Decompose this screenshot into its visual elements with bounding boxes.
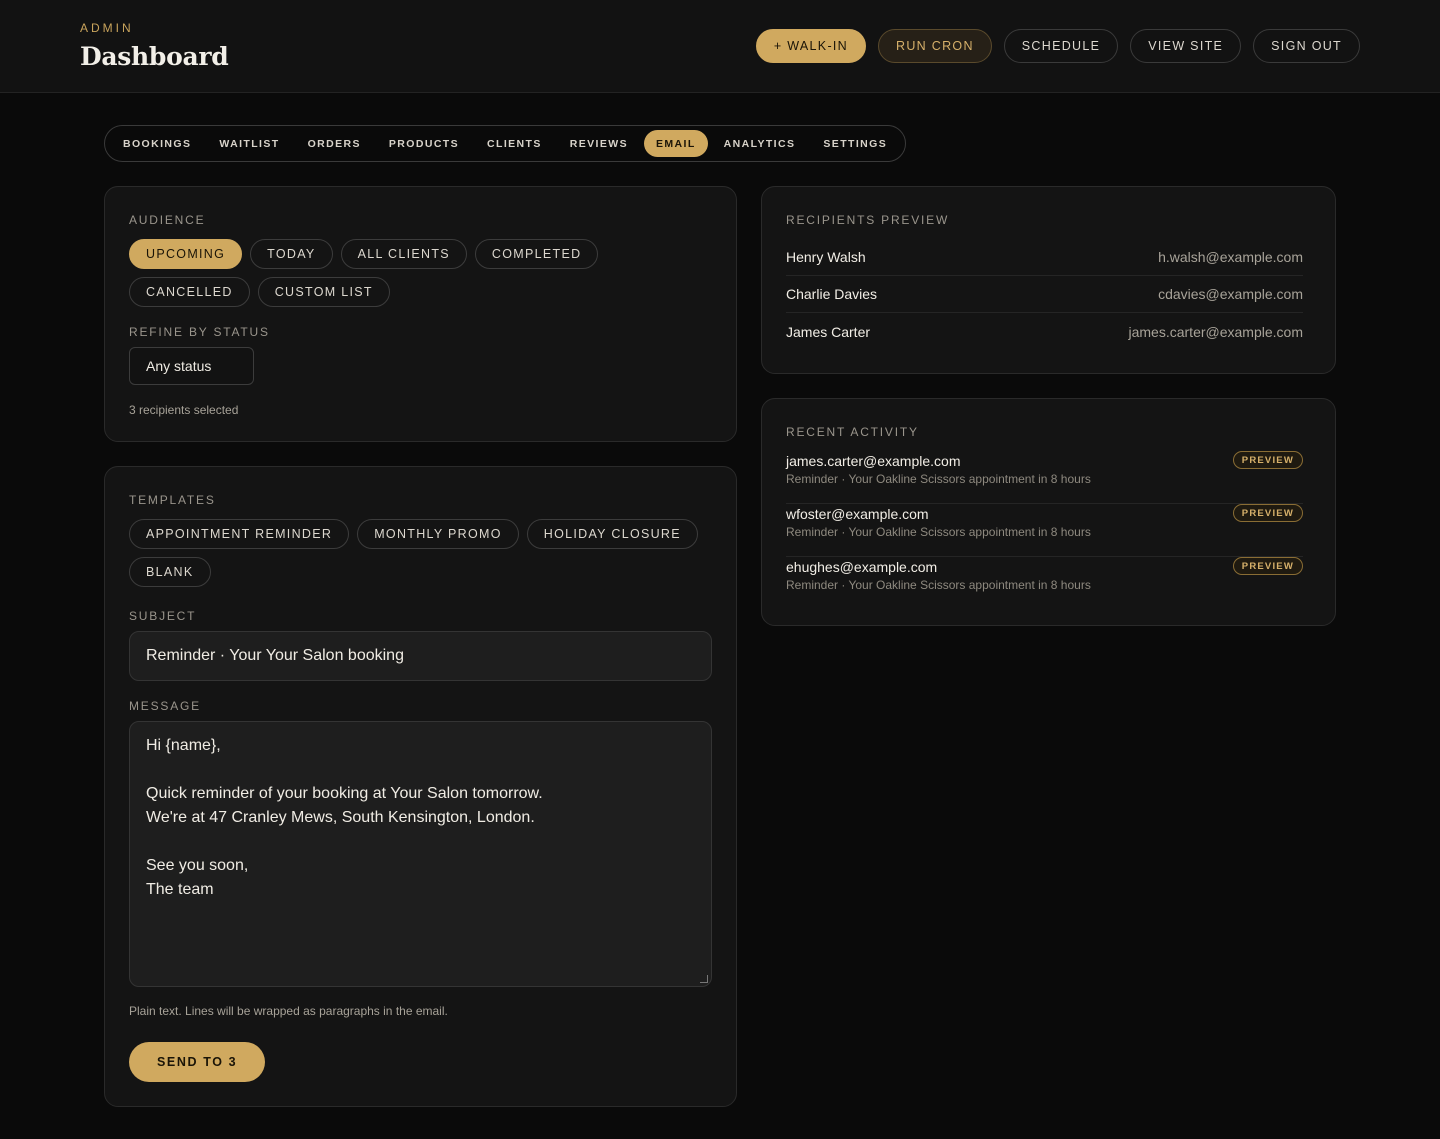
message-label: MESSAGE — [129, 699, 201, 713]
send-button[interactable]: SEND TO 3 — [129, 1042, 266, 1082]
activity-email: ehughes@example.com — [786, 559, 938, 575]
resize-handle-icon[interactable] — [700, 975, 708, 983]
audience-all-clients-chip[interactable]: ALL CLIENTS — [340, 239, 467, 269]
activity-description: Reminder · Your Oakline Scissors appoint… — [786, 525, 1091, 539]
subject-input[interactable]: Reminder · Your Your Salon booking — [129, 631, 712, 681]
message-line: We're at 47 Cranley Mews, South Kensingt… — [146, 809, 535, 826]
walk-in-button[interactable]: + WALK-IN — [755, 29, 867, 63]
recipient-email: cdavies@example.com — [1158, 286, 1303, 302]
recipients-label: RECIPIENTS PREVIEW — [786, 213, 950, 227]
preview-badge[interactable]: PREVIEW — [1232, 504, 1303, 522]
page-title: Dashboard — [80, 42, 229, 71]
header-actions: + WALK-IN RUN CRON SCHEDULE VIEW SITE SI… — [755, 29, 1360, 63]
recipient-email: james.carter@example.com — [1128, 323, 1304, 340]
audience-cancelled-chip[interactable]: CANCELLED — [129, 277, 250, 307]
recipients-card: RECIPIENTS PREVIEW Henry Walsh h.walsh@e… — [761, 186, 1336, 374]
sign-out-button[interactable]: SIGN OUT — [1253, 29, 1360, 63]
refine-status-label: REFINE BY STATUS — [129, 325, 270, 339]
preview-badge[interactable]: PREVIEW — [1232, 451, 1303, 469]
admin-eyebrow: ADMIN — [80, 21, 134, 35]
templates-label: TEMPLATES — [129, 493, 216, 507]
tab-settings[interactable]: SETTINGS — [811, 130, 899, 157]
tab-bookings[interactable]: BOOKINGS — [111, 130, 203, 157]
tab-clients[interactable]: CLIENTS — [475, 130, 554, 157]
activity-email: james.carter@example.com — [786, 453, 961, 469]
template-appointment-reminder-chip[interactable]: APPOINTMENT REMINDER — [129, 519, 350, 549]
message-line: See you soon, — [146, 857, 249, 874]
message-line — [146, 758, 695, 782]
audience-completed-chip[interactable]: COMPLETED — [474, 239, 599, 269]
section-tabs: BOOKINGS WAITLIST ORDERS PRODUCTS CLIENT… — [104, 125, 907, 162]
template-blank-chip[interactable]: BLANK — [129, 557, 211, 587]
top-bar: ADMIN Dashboard + WALK-IN RUN CRON SCHED… — [0, 0, 1440, 93]
preview-badge[interactable]: PREVIEW — [1232, 557, 1303, 575]
audience-today-chip[interactable]: TODAY — [250, 239, 333, 269]
recipient-name: James Carter — [786, 323, 871, 340]
list-item: ehughes@example.com Reminder · Your Oakl… — [786, 557, 1303, 610]
audience-label: AUDIENCE — [129, 213, 206, 227]
message-line — [146, 830, 695, 854]
tab-analytics[interactable]: ANALYTICS — [712, 130, 808, 157]
audience-upcoming-chip[interactable]: UPCOMING — [129, 239, 243, 269]
activity-card: RECENT ACTIVITY james.carter@example.com… — [761, 398, 1336, 626]
activity-description: Reminder · Your Oakline Scissors appoint… — [786, 578, 1091, 592]
audience-options: UPCOMING TODAY ALL CLIENTS COMPLETED CAN… — [129, 239, 719, 307]
recipients-list: Henry Walsh h.walsh@example.com Charlie … — [786, 239, 1303, 350]
message-hint: Plain text. Lines will be wrapped as par… — [129, 1004, 448, 1018]
activity-label: RECENT ACTIVITY — [786, 425, 919, 439]
tab-email[interactable]: EMAIL — [643, 130, 708, 157]
compose-card: TEMPLATES APPOINTMENT REMINDER MONTHLY P… — [104, 466, 737, 1107]
recipient-email: h.walsh@example.com — [1158, 249, 1303, 265]
list-item: wfoster@example.com Reminder · Your Oakl… — [786, 504, 1303, 557]
recipient-name: Henry Walsh — [786, 249, 866, 265]
activity-list: james.carter@example.com Reminder · Your… — [786, 451, 1303, 610]
audience-card: AUDIENCE UPCOMING TODAY ALL CLIENTS COMP… — [104, 186, 737, 442]
subject-label: SUBJECT — [129, 609, 197, 623]
run-cron-button[interactable]: RUN CRON — [878, 29, 992, 63]
template-monthly-promo-chip[interactable]: MONTHLY PROMO — [357, 519, 519, 549]
template-options: APPOINTMENT REMINDER MONTHLY PROMO HOLID… — [129, 519, 719, 587]
recipients-count: 3 recipients selected — [129, 403, 239, 417]
template-holiday-closure-chip[interactable]: HOLIDAY CLOSURE — [526, 519, 698, 549]
audience-custom-list-chip[interactable]: CUSTOM LIST — [257, 277, 390, 307]
list-item: james.carter@example.com Reminder · Your… — [786, 451, 1303, 504]
message-line: The team — [146, 881, 214, 898]
activity-description: Reminder · Your Oakline Scissors appoint… — [786, 472, 1091, 486]
tab-reviews[interactable]: REVIEWS — [558, 130, 640, 157]
list-item: Henry Walsh h.walsh@example.com — [786, 239, 1303, 276]
message-textarea[interactable]: Hi {name}, Quick reminder of your bookin… — [129, 721, 712, 987]
list-item: Charlie Davies cdavies@example.com — [786, 276, 1303, 313]
message-line: Quick reminder of your booking at Your S… — [146, 785, 543, 802]
recipient-name: Charlie Davies — [786, 286, 878, 302]
tab-orders[interactable]: ORDERS — [296, 130, 373, 157]
tab-products[interactable]: PRODUCTS — [377, 130, 471, 157]
schedule-button[interactable]: SCHEDULE — [1003, 29, 1119, 63]
tab-waitlist[interactable]: WAITLIST — [207, 130, 291, 157]
activity-email: wfoster@example.com — [786, 506, 929, 522]
list-item: James Carter james.carter@example.com — [786, 313, 1303, 350]
message-line: Hi {name}, — [146, 737, 221, 754]
view-site-button[interactable]: VIEW SITE — [1130, 29, 1242, 63]
status-select[interactable]: Any status — [129, 347, 254, 385]
